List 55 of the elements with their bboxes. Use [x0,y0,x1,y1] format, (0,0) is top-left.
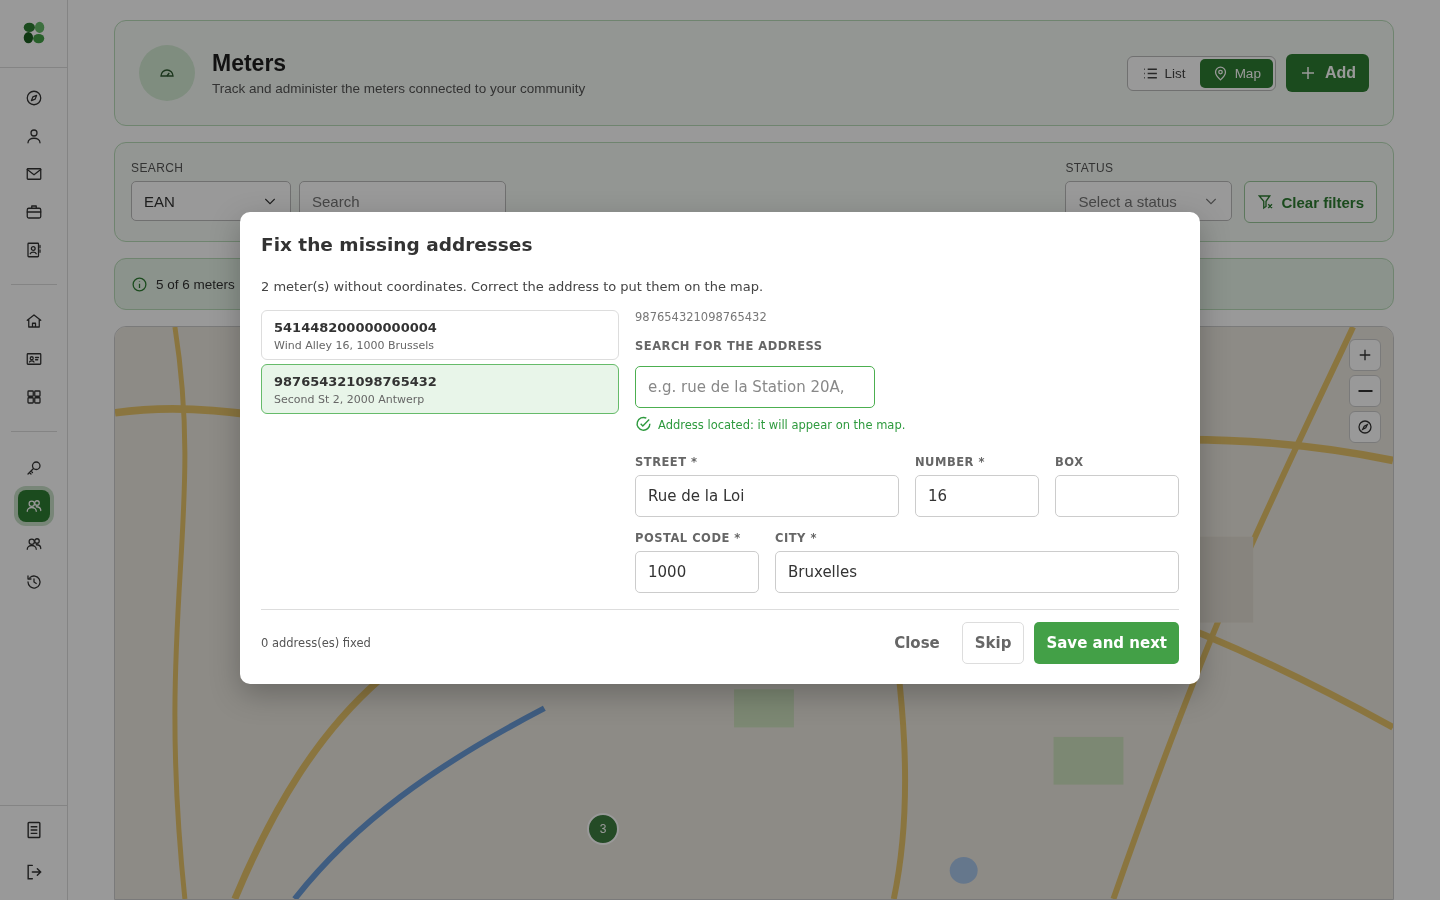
map-view-button[interactable]: Map [1199,58,1273,88]
input-field[interactable]: 1000 [635,551,759,593]
address-search-label: SEARCH FOR THE ADDRESS [635,339,823,353]
compass-icon [24,89,43,107]
field-label: STREET * [635,455,699,469]
user-icon [24,127,43,145]
dialog-description: 2 meter(s) without coordinates. Correct the address to put them on the map. [261,279,765,294]
home-icon [24,312,43,330]
history-icon [24,573,43,591]
zoom-in-button[interactable] [1349,339,1381,371]
contact-book-icon [24,241,43,259]
status-label: STATUS [1065,161,1115,175]
mail-icon [24,165,43,183]
input-field[interactable]: Bruxelles [775,551,1179,593]
address-search-field[interactable]: e.g. rue de la Station 20A, [635,366,875,408]
input-field[interactable]: Rue de la Loi [635,475,899,517]
users-icon [24,535,43,553]
fixed-count: 0 address(es) fixed [261,636,371,650]
briefcase-icon [24,203,43,221]
compass-icon [1356,418,1374,436]
page-subtitle: Track and administer the meters connected to your community [212,81,586,96]
dialog-title: Fix the missing addresses [261,234,534,255]
meter-ean: 987654321098765432 [274,374,438,389]
field-label: POSTAL CODE * [635,531,742,545]
info-icon [131,275,148,293]
close-button[interactable]: Close [882,622,952,664]
compass-button[interactable] [1349,411,1381,443]
minus-icon [1357,390,1373,392]
page-title: Meters [212,50,288,77]
meter-ean: 541448200000000004 [274,320,438,335]
search-label: SEARCH [131,161,185,175]
gauge-icon [139,45,195,101]
field-label: NUMBER * [915,455,986,469]
meter-address: Wind Alley 16, 1000 Brussels [274,339,436,352]
meter-list-item[interactable]: 541448200000000004 Wind Alley 16, 1000 Brussels [261,310,619,360]
field-label: BOX [1055,455,1085,469]
zoom-out-button[interactable] [1349,375,1381,407]
users-icon [24,497,43,515]
clear-filters-button[interactable]: Clear filters [1244,181,1377,223]
save-and-next-button[interactable]: Save and next [1034,622,1179,664]
input-field[interactable]: 16 [915,475,1039,517]
check-circle-icon [635,416,652,433]
input-field[interactable] [1055,475,1179,517]
current-meter-ean: 987654321098765432 [635,310,767,324]
add-button[interactable]: Add [1285,54,1369,92]
meter-count: 5 of 6 meters [156,276,235,292]
id-card-icon [24,350,43,368]
meter-list-item[interactable]: 987654321098765432 Second St 2, 2000 Antwerp [261,364,619,414]
list-view-button[interactable]: List [1129,58,1198,88]
meter-address: Second St 2, 2000 Antwerp [274,393,426,406]
field-label: CITY * [775,531,818,545]
grid-icon [24,388,43,406]
search-type-select[interactable]: EAN [131,181,291,221]
address-status-message: Address located: it will appear on the map. [658,417,906,432]
skip-button[interactable]: Skip [961,622,1025,664]
